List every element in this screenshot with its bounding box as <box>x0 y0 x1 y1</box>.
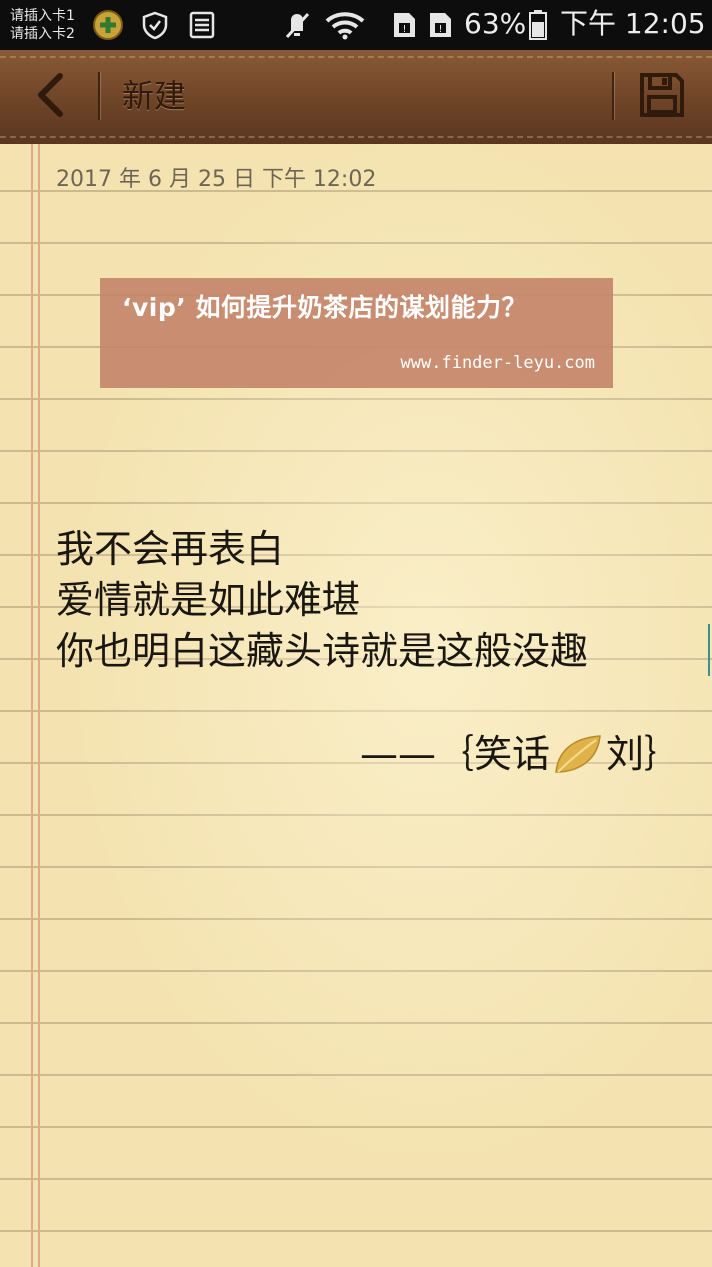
save-icon <box>639 72 685 122</box>
battery-icon <box>528 10 548 40</box>
signature-prefix: ——｛笑话 <box>359 732 550 776</box>
golden-leaf-icon <box>552 732 604 776</box>
mute-icon <box>282 10 312 40</box>
sim-no-card-icon: ! <box>426 10 454 40</box>
banner-title: ‘vip’ 如何提升奶茶店的谋划能力？ <box>122 293 527 322</box>
status-time: 下午 12:05 <box>560 7 706 40</box>
note-paper[interactable]: 2017 年 6 月 25 日 下午 12:02 ‘vip’ 如何提升奶茶店的谋… <box>0 144 712 1267</box>
sim2-label: 请插入卡2 <box>10 26 75 42</box>
sim-no-card-icon: ! <box>390 10 418 40</box>
signature-suffix: 刘｝ <box>605 732 682 776</box>
toolbar-divider <box>98 72 100 120</box>
app-badge-icon <box>92 10 124 40</box>
note-date: 2017 年 6 月 25 日 下午 12:02 <box>56 167 377 192</box>
toolbar-stitch <box>0 56 712 58</box>
margin-line <box>31 144 33 1267</box>
status-bar: 请插入卡1 请插入卡2 ! ! 63% 下午 12:05 <box>0 0 712 50</box>
note-toolbar: 新建 <box>0 50 712 144</box>
battery-percent: 63% <box>464 7 527 40</box>
text-cursor <box>708 624 710 676</box>
storage-icon <box>188 10 216 40</box>
sim-status: 请插入卡1 请插入卡2 <box>10 7 75 43</box>
signature: ——｛笑话 刘｝ <box>360 728 682 780</box>
margin-line <box>38 144 40 1267</box>
wifi-icon <box>324 10 366 40</box>
save-button[interactable] <box>632 66 692 128</box>
chevron-left-icon <box>33 72 67 122</box>
page-title: 新建 <box>122 77 187 115</box>
banner-url: www.finder-leyu.com <box>400 353 595 373</box>
note-text[interactable]: 我不会再表白 爱情就是如此难堪 你也明白这藏头诗就是这般没趣 <box>56 524 588 677</box>
note-line: 我不会再表白 <box>56 527 285 571</box>
toolbar-stitch <box>0 136 712 138</box>
note-line: 爱情就是如此难堪 <box>56 578 361 622</box>
svg-text:!: ! <box>402 24 406 35</box>
shield-icon <box>140 10 170 40</box>
sim1-label: 请插入卡1 <box>10 8 75 24</box>
note-line: 你也明白这藏头诗就是这般没趣 <box>56 629 589 673</box>
svg-text:!: ! <box>438 24 442 35</box>
back-button[interactable] <box>20 62 80 132</box>
toolbar-divider <box>612 72 614 120</box>
watermark-banner: ‘vip’ 如何提升奶茶店的谋划能力？ www.finder-leyu.com <box>100 278 613 388</box>
